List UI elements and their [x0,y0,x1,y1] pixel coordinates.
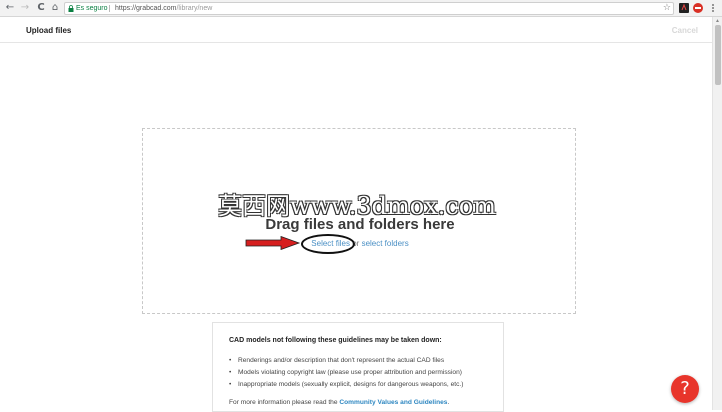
watermark-text: 莫西网www.3dmox.com [218,192,497,220]
page-header: Upload files Cancel [0,17,712,43]
home-icon[interactable]: ⌂ [49,2,61,14]
guidelines-title: CAD models not following these guideline… [229,337,442,344]
community-guidelines-link[interactable]: Community Values and Guidelines [339,399,447,406]
secure-label: Es seguro [76,5,108,12]
vertical-scrollbar[interactable]: ▲ [712,17,722,410]
scroll-up-arrow-icon[interactable]: ▲ [715,18,720,24]
browser-toolbar: ← → C ⌂ Es seguro https://grabcad.com/li… [0,0,722,17]
annotation-arrow-icon [245,236,301,250]
select-options: Select files or select folders [143,239,577,248]
annotation-ellipse [301,234,355,254]
bookmark-star-icon[interactable]: ☆ [663,3,671,14]
omnibox-divider [109,5,110,12]
select-folders-link[interactable]: select folders [362,239,409,248]
scroll-thumb[interactable] [715,25,721,85]
url-host: https://grabcad.com [115,5,177,12]
url-text: https://grabcad.com/library/new [115,3,212,14]
forward-icon[interactable]: → [19,2,31,14]
cancel-button[interactable]: Cancel [672,26,698,35]
menu-icon[interactable] [708,3,718,13]
guideline-item: Inappropriate models (sexually explicit,… [229,379,463,391]
back-icon[interactable]: ← [4,2,16,14]
file-dropzone[interactable]: Drag files and folders here Select files… [142,128,576,314]
more-info-suffix: . [447,399,450,406]
question-mark-icon: ? [680,378,690,399]
guidelines-box: CAD models not following these guideline… [212,322,504,412]
url-path: /library/new [176,5,213,12]
address-bar[interactable]: Es seguro https://grabcad.com/library/ne… [64,2,674,15]
reload-icon[interactable]: C [35,2,47,14]
guideline-item: Models violating copyright law (please u… [229,367,463,379]
pdf-extension-icon[interactable] [679,3,689,13]
guidelines-list: Renderings and/or description that don't… [229,355,463,391]
help-button[interactable]: ? [671,375,699,403]
lock-icon [68,5,74,12]
guidelines-more-info: For more information please read the Com… [229,399,449,406]
page-title: Upload files [26,26,72,35]
more-info-prefix: For more information please read the [229,399,338,406]
adblock-extension-icon[interactable] [693,3,703,13]
guideline-item: Renderings and/or description that don't… [229,355,463,367]
